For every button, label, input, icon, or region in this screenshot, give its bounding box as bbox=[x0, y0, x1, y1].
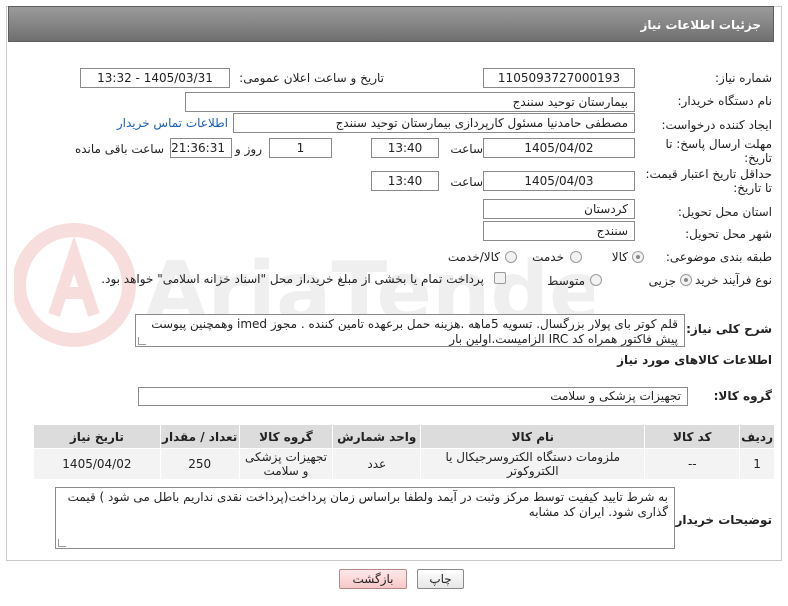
buyer-org-field: بیمارستان توحید سنندج bbox=[185, 92, 635, 112]
announce-datetime-field: 1405/03/31 - 13:32 bbox=[80, 68, 230, 88]
panel-header: جزئیات اطلاعات نیاز bbox=[8, 6, 774, 42]
goods-code-cell: -- bbox=[644, 448, 741, 480]
goods-name-cell: ملزومات دستگاه الکتروسرجیکال یا الکتروکو… bbox=[420, 448, 646, 480]
process-label: نوع فرآیند خرید : bbox=[687, 273, 772, 287]
announce-label: تاریخ و ساعت اعلان عمومی: bbox=[239, 71, 384, 85]
days-label: روز و bbox=[235, 142, 262, 156]
column-header: تعداد / مقدار bbox=[159, 424, 240, 449]
goods-group-field: تجهیزات پزشکی و سلامت bbox=[138, 387, 688, 406]
column-header: واحد شمارش bbox=[332, 424, 422, 449]
treasury-payment-checkbox[interactable] bbox=[494, 272, 506, 284]
buyer-notes-label: توضیحات خریدار: bbox=[670, 513, 772, 527]
province-field: کردستان bbox=[483, 199, 635, 219]
category-radio-goods[interactable] bbox=[632, 251, 644, 263]
resize-handle-icon[interactable] bbox=[138, 337, 146, 345]
treasury-payment-note: پرداخت تمام یا بخشی از مبلغ خرید،از محل … bbox=[101, 272, 484, 286]
summary-label: شرح کلی نیاز: bbox=[686, 322, 772, 336]
remaining-time-field: 21:36:31 bbox=[170, 138, 232, 158]
validity-date-field: 1405/04/03 bbox=[483, 171, 635, 191]
summary-textarea[interactable]: قلم کوتر بای پولار بزرگسال. تسویه 5ماهه … bbox=[135, 314, 685, 347]
process-option-medium: متوسط bbox=[547, 274, 585, 288]
column-header: تاریخ نیاز bbox=[33, 424, 161, 449]
category-option-service: خدمت bbox=[532, 250, 564, 264]
days-field: 1 bbox=[269, 138, 332, 158]
category-option-goods: کالا bbox=[611, 250, 628, 264]
buyer-notes-text: به شرط تایید کیفیت توسط مرکز وثبت در آیم… bbox=[67, 490, 668, 519]
summary-text: قلم کوتر بای پولار بزرگسال. تسویه 5ماهه … bbox=[151, 317, 678, 346]
process-radio-medium[interactable] bbox=[590, 274, 602, 286]
goods-table: ردیف کد کالا نام کالا واحد شمارش گروه کا… bbox=[33, 424, 775, 480]
column-header: ردیف bbox=[739, 424, 775, 449]
unit-cell: عدد bbox=[332, 448, 422, 480]
category-option-goods-service: کالا/خدمت bbox=[447, 250, 500, 264]
creator-label: ایجاد کننده درخواست: bbox=[661, 118, 772, 132]
city-label: شهر محل تحویل: bbox=[685, 227, 772, 241]
buyer-org-label: نام دستگاه خریدار: bbox=[677, 94, 773, 108]
category-label: طبقه بندی موضوعی: bbox=[665, 250, 772, 264]
validity-time-field: 13:40 bbox=[371, 171, 439, 191]
goods-section-title: اطلاعات کالاهای مورد نیاز bbox=[617, 353, 772, 367]
back-button[interactable]: بازگشت bbox=[339, 569, 407, 589]
validity-time-label: ساعت bbox=[450, 175, 483, 189]
process-radio-minor[interactable] bbox=[680, 274, 692, 286]
table-header-row: ردیف کد کالا نام کالا واحد شمارش گروه کا… bbox=[33, 424, 775, 449]
resize-handle-icon[interactable] bbox=[58, 539, 66, 547]
deadline-time-label: ساعت bbox=[450, 142, 483, 156]
buyer-notes-textarea[interactable]: به شرط تایید کیفیت توسط مرکز وثبت در آیم… bbox=[55, 487, 675, 549]
city-field: سنندج bbox=[483, 221, 635, 241]
print-button[interactable]: چاپ bbox=[417, 569, 464, 589]
quantity-cell: 250 bbox=[159, 448, 240, 480]
need-date-cell: 1405/04/02 bbox=[33, 448, 161, 480]
validity-label: حداقل تاریخ اعتبار قیمت: bbox=[645, 167, 772, 181]
column-header: نام کالا bbox=[420, 424, 646, 449]
need-number-label: شماره نیاز: bbox=[715, 71, 772, 85]
remaining-label: ساعت باقی مانده bbox=[74, 142, 164, 156]
column-header: گروه کالا bbox=[238, 424, 334, 449]
buyer-contact-link[interactable]: اطلاعات تماس خریدار bbox=[117, 116, 228, 130]
table-row: 1 -- ملزومات دستگاه الکتروسرجیکال یا الک… bbox=[33, 448, 775, 480]
process-option-minor: جزیی bbox=[648, 274, 676, 288]
panel-title: جزئیات اطلاعات نیاز bbox=[640, 18, 761, 32]
need-number-field: 1105093727000193 bbox=[483, 68, 635, 88]
column-header: کد کالا bbox=[644, 424, 741, 449]
goods-group-label: گروه کالا: bbox=[713, 389, 772, 403]
deadline-date-field: 1405/04/02 bbox=[483, 138, 635, 158]
goods-group-cell: تجهیزات پزشکی و سلامت bbox=[238, 448, 334, 480]
province-label: استان محل تحویل: bbox=[677, 205, 772, 219]
category-radio-service[interactable] bbox=[570, 251, 582, 263]
validity-label-2: تا تاریخ: bbox=[733, 181, 772, 195]
deadline-time-field: 13:40 bbox=[371, 138, 439, 158]
row-index-cell: 1 bbox=[739, 448, 775, 480]
category-radio-goods-service[interactable] bbox=[505, 251, 517, 263]
deadline-label-2: تاریخ: bbox=[744, 151, 772, 165]
creator-field: مصطفی حامدنیا مسئول کارپردازی بیمارستان … bbox=[233, 113, 635, 133]
deadline-label: مهلت ارسال پاسخ: تا bbox=[665, 137, 772, 151]
